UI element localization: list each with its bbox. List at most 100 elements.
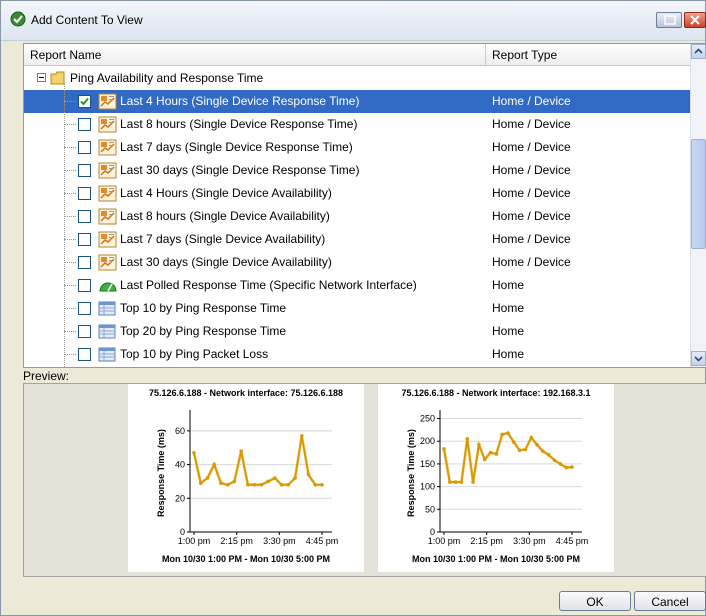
row-checkbox[interactable] (78, 141, 91, 154)
column-header-report-name[interactable]: Report Name (24, 44, 486, 66)
collapse-toggle-icon[interactable] (37, 73, 46, 82)
folder-label: Ping Availability and Response Time (70, 71, 264, 85)
data-point (552, 458, 557, 463)
report-type: Home / Device (492, 186, 571, 200)
row-checkbox[interactable] (78, 279, 91, 292)
folder-row[interactable]: Ping Availability and Response Time (24, 67, 692, 90)
scroll-down-button[interactable] (691, 351, 706, 366)
scrollbar-thumb[interactable] (691, 139, 706, 249)
report-type: Home (492, 278, 525, 292)
table-row[interactable]: Last 30 days (Single Device Availability… (24, 251, 692, 274)
title-bar: Add Content To View (1, 1, 706, 41)
table-row[interactable]: Top 20 by Ping Response Time Home (24, 320, 692, 343)
report-icon (98, 116, 117, 133)
row-checkbox[interactable] (78, 256, 91, 269)
row-checkbox[interactable] (78, 118, 91, 131)
report-icon (98, 208, 117, 225)
check-icon (80, 97, 89, 106)
data-point (564, 465, 568, 470)
row-checkbox[interactable] (78, 210, 91, 223)
column-header-report-type[interactable]: Report Type (486, 44, 692, 66)
report-icon (98, 185, 117, 202)
data-point (219, 481, 223, 485)
data-point (482, 457, 487, 462)
data-point (286, 483, 291, 487)
chart-subtitle: Mon 10/30 1:00 PM - Mon 10/30 5:00 PM (161, 554, 331, 564)
vertical-scrollbar[interactable] (690, 44, 706, 367)
chart-subtitle: Mon 10/30 1:00 PM - Mon 10/30 5:00 PM (411, 554, 581, 564)
preview-chart-2: 75.126.6.188 - Network interface: 192.16… (378, 384, 614, 572)
chevron-down-icon (694, 356, 703, 362)
report-name: Last 30 days (Single Device Response Tim… (120, 163, 360, 177)
data-point (273, 476, 277, 480)
close-button[interactable] (684, 12, 706, 28)
row-checkbox[interactable] (78, 187, 91, 200)
cancel-button[interactable]: Cancel (634, 591, 706, 611)
table-row[interactable]: Last 8 hours (Single Device Availability… (24, 205, 692, 228)
data-point (488, 450, 493, 455)
data-point (205, 476, 210, 480)
table-row[interactable]: Last Polled Response Time (Specific Netw… (24, 274, 692, 297)
table-icon (98, 347, 116, 362)
row-checkbox[interactable] (78, 233, 91, 246)
table-row[interactable]: Last 7 days (Single Device Response Time… (24, 136, 692, 159)
row-checkbox[interactable] (78, 348, 91, 361)
data-point (442, 447, 446, 451)
report-icon (98, 254, 117, 271)
table-row[interactable]: Last 30 days (Single Device Response Tim… (24, 159, 692, 182)
table-icon (98, 324, 116, 339)
table-row[interactable]: Top 10 by Ping Packet Loss Home (24, 343, 692, 366)
row-checkbox[interactable] (78, 302, 91, 315)
report-icon (98, 139, 117, 156)
x-tick-label: 3:30 pm (513, 536, 546, 546)
table-row[interactable]: Last 4 Hours (Single Device Availability… (24, 182, 692, 205)
data-point (239, 449, 243, 453)
report-type: Home / Device (492, 94, 571, 108)
data-point (477, 443, 481, 447)
report-name: Last Polled Response Time (Specific Netw… (120, 278, 417, 292)
chart-plot: 0501001502002501:00 pm 2:15 pm 3:30 pm 4:45… (406, 410, 588, 546)
data-point (459, 480, 464, 484)
data-point (252, 483, 257, 487)
report-icon (98, 93, 117, 110)
table-row[interactable]: Last 8 hours (Single Device Response Tim… (24, 113, 692, 136)
report-name: Top 10 by Ping Response Time (120, 301, 287, 315)
data-point (259, 483, 264, 487)
data-point (529, 435, 534, 440)
y-tick-label: 50 (425, 504, 435, 514)
scroll-up-button[interactable] (691, 44, 706, 59)
data-point (266, 479, 270, 484)
data-point (212, 462, 217, 467)
report-type: Home (492, 347, 525, 361)
chevron-up-icon (694, 48, 703, 54)
row-checkbox[interactable] (78, 95, 91, 108)
x-tick-label: 1:00 pm (428, 536, 461, 546)
app-icon (10, 11, 26, 27)
data-point (570, 465, 574, 469)
data-point (500, 432, 504, 437)
report-name: Top 20 by Ping Response Time (120, 324, 287, 338)
data-point (523, 447, 528, 452)
table-row[interactable]: Last 4 Hours (Single Device Response Tim… (24, 90, 692, 113)
report-name: Last 4 Hours (Single Device Availability… (120, 186, 332, 200)
data-point (494, 452, 499, 456)
report-type: Home / Device (492, 232, 571, 246)
data-point (198, 481, 203, 485)
report-type: Home / Device (492, 163, 571, 177)
gauge-icon (99, 282, 117, 292)
x-tick-label: 2:15 pm (470, 536, 503, 546)
y-axis-label: Response Time (ms) (406, 429, 416, 517)
table-icon (98, 301, 116, 316)
ok-button[interactable]: OK (559, 591, 631, 611)
report-list[interactable]: Report Name Report Type Ping Availabilit… (23, 43, 706, 368)
row-checkbox[interactable] (78, 325, 91, 338)
row-checkbox[interactable] (78, 164, 91, 177)
table-row[interactable]: Top 10 by Ping Response Time Home (24, 297, 692, 320)
preview-label: Preview: (23, 369, 70, 383)
data-point (465, 437, 470, 441)
data-point (232, 479, 237, 484)
data-point (517, 448, 522, 453)
table-row[interactable]: Last 7 days (Single Device Availability)… (24, 228, 692, 251)
maximize-button[interactable] (656, 12, 682, 28)
y-axis-label: Response Time (ms) (156, 429, 166, 517)
